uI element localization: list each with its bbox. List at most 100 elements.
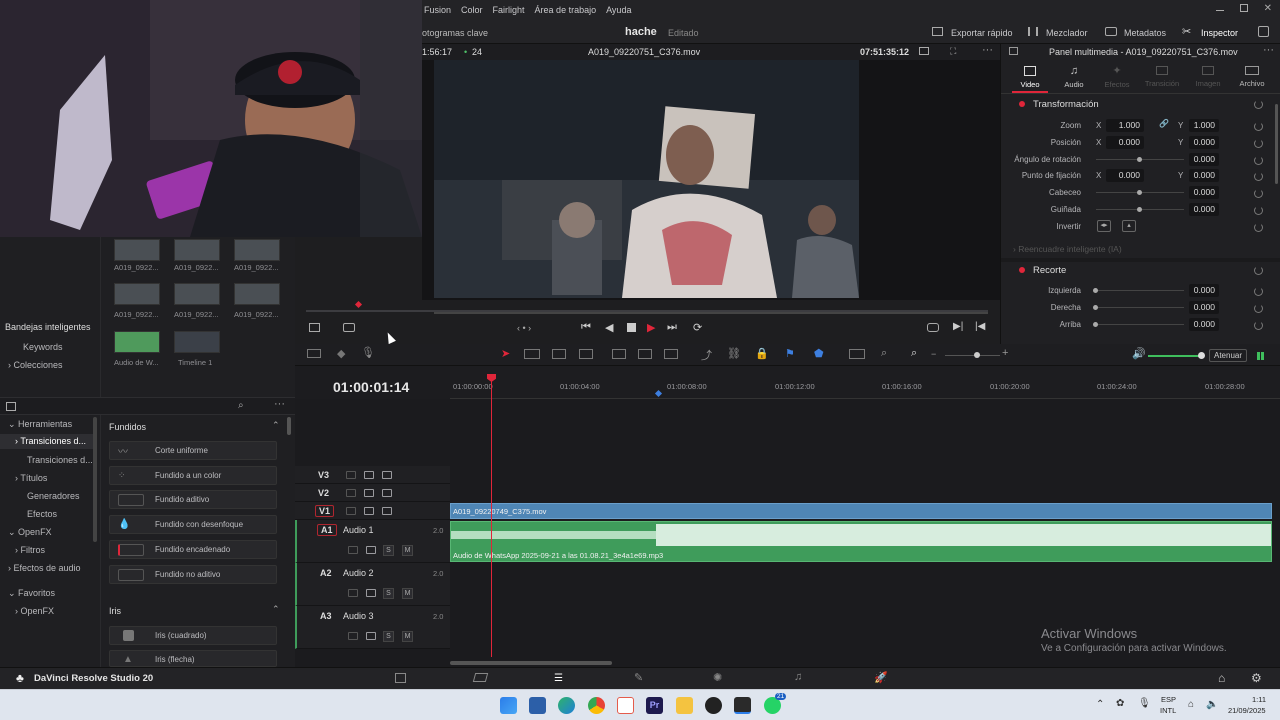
clip-thumb-6[interactable]: [234, 283, 280, 305]
keywords-bin[interactable]: Keywords: [23, 342, 63, 352]
timeline-timecode[interactable]: 01:00:01:14: [333, 379, 409, 395]
tree-audio-transitions[interactable]: Transiciones d...: [27, 455, 93, 465]
lang-secondary[interactable]: INTL: [1160, 706, 1176, 715]
track-a1-solo-button[interactable]: S: [383, 545, 394, 556]
jog-icon[interactable]: ‹ • ›: [517, 323, 531, 333]
expand-icon[interactable]: [1258, 26, 1269, 37]
tree-filters[interactable]: › Filtros: [15, 545, 45, 555]
transform-reset-icon[interactable]: [1254, 100, 1263, 109]
rotation-field[interactable]: 0.000: [1189, 153, 1219, 166]
track-v2-enable-icon[interactable]: [382, 489, 392, 497]
crop-section-header[interactable]: Recorte: [1001, 263, 1271, 279]
obs-icon[interactable]: [705, 697, 722, 714]
crop-top-field[interactable]: 0.000: [1189, 318, 1219, 331]
crop-right-slider[interactable]: [1096, 307, 1184, 308]
audio-clip-thumb[interactable]: [114, 331, 160, 353]
tab-effects[interactable]: ✦ Efectos: [1101, 66, 1133, 90]
dim-button[interactable]: Atenuar: [1209, 349, 1248, 362]
tree-scrollbar[interactable]: [93, 417, 97, 542]
menu-fairlight[interactable]: Fairlight: [493, 5, 525, 15]
track-v2-auto-select-icon[interactable]: [364, 489, 374, 497]
next-edit-icon[interactable]: ▶|: [953, 321, 963, 332]
overwrite-icon[interactable]: [638, 349, 652, 359]
track-a3-name[interactable]: Audio 3: [343, 611, 374, 621]
crop-top-slider[interactable]: [1096, 324, 1184, 325]
track-a2-name[interactable]: Audio 2: [343, 568, 374, 578]
premiere-icon[interactable]: Pr: [646, 697, 663, 714]
fusion-page-icon[interactable]: ✎: [634, 671, 643, 684]
effects-scrollbar[interactable]: [287, 417, 291, 435]
fairlight-page-icon[interactable]: ♫: [794, 671, 802, 683]
tab-file[interactable]: Archivo: [1235, 66, 1269, 88]
explorer-icon[interactable]: [676, 697, 693, 714]
settings-gear-icon[interactable]: ⚙: [1251, 671, 1262, 685]
track-a1-mute-button[interactable]: M: [402, 545, 413, 556]
tab-audio[interactable]: ♫ Audio: [1061, 66, 1087, 90]
flip-horizontal-icon[interactable]: ◂▸: [1097, 220, 1111, 232]
volume-slider-knob[interactable]: [1198, 352, 1205, 359]
match-frame-icon[interactable]: [927, 323, 939, 332]
iris-collapse-icon[interactable]: ⌃: [272, 604, 280, 615]
keyframes-tab[interactable]: otogramas clave: [422, 28, 488, 38]
track-v1-id[interactable]: V1: [315, 505, 335, 517]
track-a2-auto-select-icon[interactable]: [366, 589, 376, 597]
davinci-taskbar-icon[interactable]: [734, 697, 751, 714]
color-page-icon[interactable]: ✺: [713, 671, 722, 684]
volume-slider[interactable]: [1148, 355, 1200, 357]
trim-tool-icon[interactable]: [524, 349, 540, 359]
track-a1-id[interactable]: A1: [317, 524, 337, 536]
clock-time[interactable]: 1:11: [1252, 695, 1266, 704]
fx-iris-square[interactable]: Iris (cuadrado): [109, 626, 277, 645]
anchor-x-field[interactable]: 0.000: [1106, 169, 1144, 182]
rotation-reset-icon[interactable]: [1254, 156, 1263, 165]
tree-generators[interactable]: Generadores: [27, 491, 80, 501]
track-v3-auto-select-icon[interactable]: [364, 471, 374, 479]
audio-clip[interactable]: Audio de WhatsApp 2025-09-21 a las 01.08…: [450, 521, 1272, 562]
tab-transition[interactable]: Transición: [1144, 66, 1180, 88]
inspector-scrollbar[interactable]: [1275, 104, 1278, 184]
viewer-layout-icon[interactable]: [309, 323, 320, 332]
clip-thumb-3[interactable]: [234, 239, 280, 261]
track-a2-solo-button[interactable]: S: [383, 588, 394, 599]
clip-thumb-2[interactable]: [174, 239, 220, 261]
mic-icon[interactable]: 🎙: [361, 346, 375, 359]
search-icon[interactable]: ⌕: [238, 400, 244, 411]
maximize-icon[interactable]: [1239, 4, 1248, 12]
crop-top-reset-icon[interactable]: [1254, 321, 1263, 330]
fx-iris-arrow[interactable]: ▲ Iris (flecha): [109, 650, 277, 667]
crop-left-knob[interactable]: [1093, 288, 1098, 293]
viewer-mode-icon[interactable]: [919, 47, 929, 55]
track-a3-lock-icon[interactable]: [348, 632, 358, 640]
clip-thumb-5[interactable]: [174, 283, 220, 305]
transform-icon[interactable]: ⛶: [950, 46, 956, 57]
photos-icon[interactable]: [617, 697, 634, 714]
anchor-y-field[interactable]: 0.000: [1189, 169, 1219, 182]
stop-icon[interactable]: [627, 323, 636, 332]
blade-tool-icon[interactable]: [579, 349, 593, 359]
crop-enable-icon[interactable]: [1019, 267, 1025, 273]
play-icon[interactable]: ▶: [647, 321, 655, 334]
play-reverse-icon[interactable]: ◀: [605, 321, 613, 334]
track-v1-enable-icon[interactable]: [382, 507, 392, 515]
tray-app-icon[interactable]: ✿: [1116, 698, 1124, 709]
track-a3-auto-select-icon[interactable]: [366, 632, 376, 640]
zoom-slider-knob[interactable]: [974, 352, 980, 358]
crop-top-knob[interactable]: [1093, 322, 1098, 327]
track-a3-mute-button[interactable]: M: [402, 631, 413, 642]
clip-thumb-1[interactable]: [114, 239, 160, 261]
pitch-slider-knob[interactable]: [1137, 190, 1142, 195]
more-icon[interactable]: ···: [982, 44, 993, 56]
crop-right-field[interactable]: 0.000: [1189, 301, 1219, 314]
cut-page-icon[interactable]: [472, 673, 489, 682]
track-a3-id[interactable]: A3: [320, 611, 332, 621]
metadata-button[interactable]: Metadatos: [1124, 28, 1166, 38]
track-a1-name[interactable]: Audio 1: [343, 525, 374, 535]
video-clip[interactable]: A019_09220749_C375.mov: [450, 503, 1272, 519]
timeline-thumb[interactable]: [174, 331, 220, 353]
menu-fusion[interactable]: Fusion: [424, 5, 451, 15]
viewer-playhead[interactable]: [354, 300, 363, 309]
minimize-icon[interactable]: [1215, 10, 1224, 11]
crop-left-field[interactable]: 0.000: [1189, 284, 1219, 297]
fx-dip-to-color[interactable]: ⁘ Fundido a un color: [109, 466, 277, 485]
track-a1-auto-select-icon[interactable]: [366, 546, 376, 554]
